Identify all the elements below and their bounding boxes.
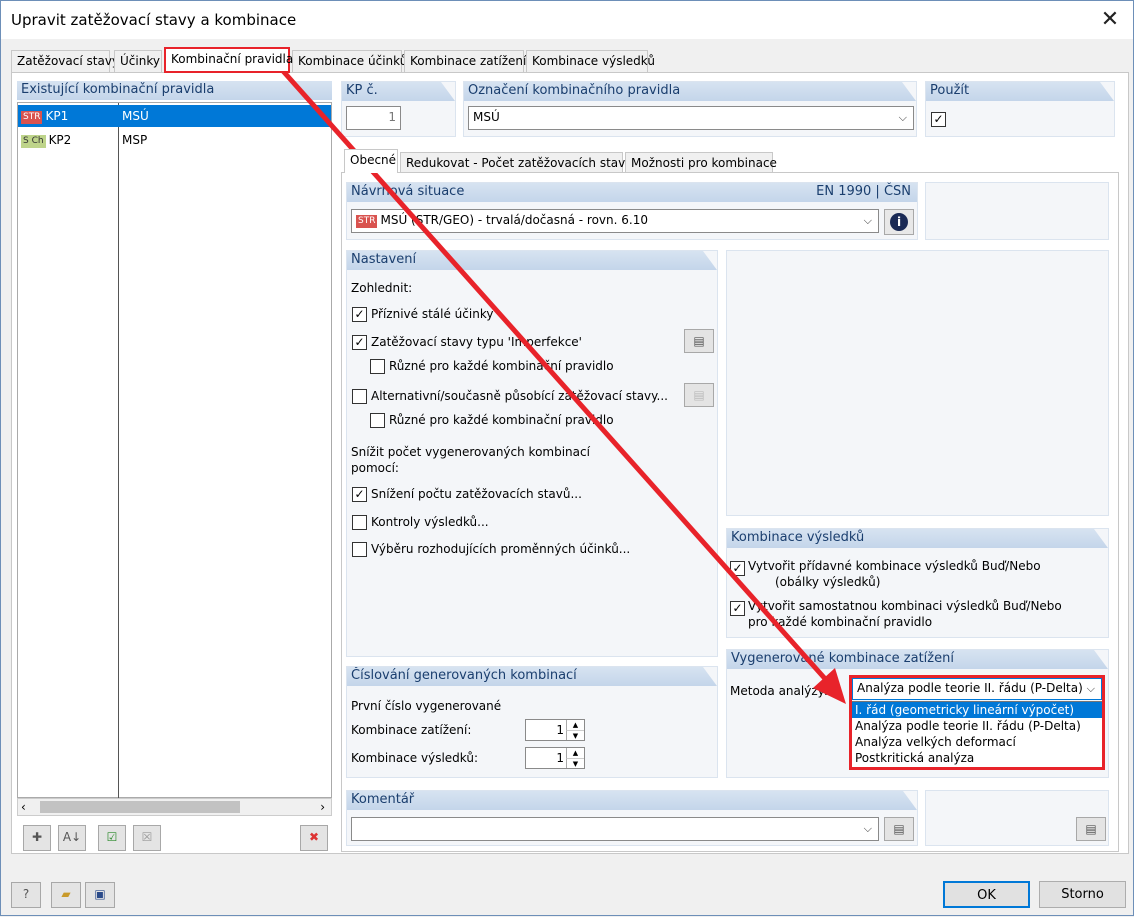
- tab-kombinacni-pravidla[interactable]: Kombinační pravidla: [164, 47, 293, 73]
- ok-button[interactable]: OK: [943, 881, 1030, 908]
- dialog-window: Upravit zatěžovací stavy a kombinace ✕ Z…: [0, 0, 1134, 916]
- cancel-button[interactable]: Storno: [1039, 881, 1126, 908]
- subtab-obecne[interactable]: Obecné: [344, 149, 398, 173]
- save-icon[interactable]: ▣: [85, 882, 115, 908]
- annotation-arrow: [281, 69, 846, 704]
- open-folder-icon[interactable]: ▰: [51, 882, 81, 908]
- help-icon[interactable]: ?: [11, 882, 41, 908]
